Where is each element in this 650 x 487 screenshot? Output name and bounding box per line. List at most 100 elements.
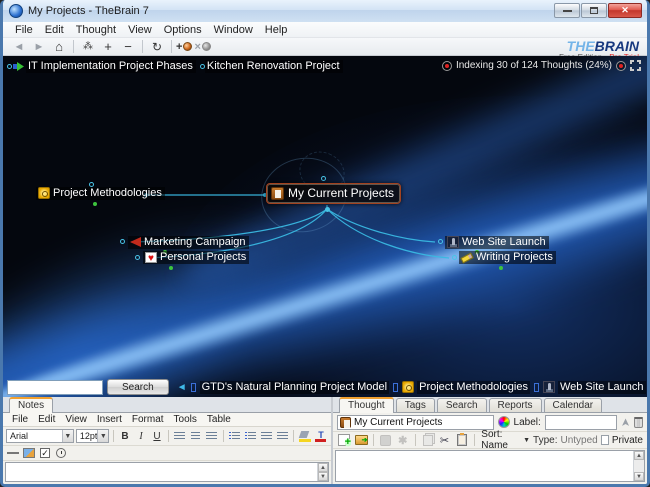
child-gate-icon[interactable] <box>325 207 330 212</box>
underline-button[interactable]: U <box>150 429 164 443</box>
children-dot-icon[interactable] <box>499 266 503 270</box>
minimize-button[interactable] <box>554 3 580 18</box>
numbered-list-button[interactable] <box>243 429 257 443</box>
refresh-button[interactable]: ↻ <box>149 39 165 54</box>
home-button[interactable]: ⌂ <box>51 39 67 54</box>
paste-button[interactable] <box>455 433 469 447</box>
notes-scrollbar[interactable]: ▲▼ <box>317 463 328 481</box>
bold-button[interactable]: B <box>118 429 132 443</box>
thought-personal-projects[interactable]: ♥ Personal Projects <box>143 251 249 264</box>
notes-menu-edit[interactable]: Edit <box>33 414 60 425</box>
sort-selector[interactable]: Sort: Name <box>481 429 520 451</box>
history-item[interactable]: Project Methodologies <box>402 381 530 394</box>
history-item[interactable]: GTD's Natural Planning Project Model <box>200 381 390 394</box>
checkbox-button[interactable]: ✓ <box>38 446 52 460</box>
align-left-button[interactable] <box>173 429 187 443</box>
menu-help[interactable]: Help <box>259 23 294 37</box>
align-center-button[interactable] <box>189 429 203 443</box>
thought-name-field[interactable]: My Current Projects <box>337 415 494 430</box>
font-color-button[interactable]: T <box>314 429 328 443</box>
gate-icon[interactable] <box>321 176 326 181</box>
delete-button[interactable]: ✱ <box>396 433 410 447</box>
notes-menu-format[interactable]: Format <box>127 414 169 425</box>
label-field[interactable] <box>545 415 617 430</box>
tab-thought[interactable]: Thought <box>339 397 394 413</box>
menu-file[interactable]: File <box>9 23 39 37</box>
gate-icon[interactable] <box>120 239 125 244</box>
tab-reports[interactable]: Reports <box>489 398 542 412</box>
notes-menu-file[interactable]: File <box>7 414 33 425</box>
menu-options[interactable]: Options <box>158 23 208 37</box>
close-button[interactable]: ✕ <box>608 3 642 18</box>
history-item[interactable]: Web Site Launch <box>543 381 646 394</box>
fullscreen-icon[interactable] <box>630 60 641 71</box>
italic-button[interactable]: I <box>134 429 148 443</box>
private-checkbox[interactable] <box>601 435 609 445</box>
menu-thought[interactable]: Thought <box>70 23 122 37</box>
trash-icon[interactable] <box>634 417 643 428</box>
clipboard-paste-icon <box>457 434 467 446</box>
pin-thought-2[interactable]: Kitchen Renovation Project <box>205 60 343 73</box>
tab-search[interactable]: Search <box>437 398 487 412</box>
menu-edit[interactable]: Edit <box>39 23 70 37</box>
menu-window[interactable]: Window <box>208 23 259 37</box>
open-folder-button[interactable] <box>354 433 368 447</box>
children-dot-icon[interactable] <box>93 202 97 206</box>
tab-tags[interactable]: Tags <box>396 398 435 412</box>
notes-menu-table[interactable]: Table <box>202 414 236 425</box>
gate-icon[interactable] <box>438 239 443 244</box>
forward-button[interactable]: ► <box>31 39 47 54</box>
pin-thought-1[interactable]: IT Implementation Project Phases <box>26 60 196 73</box>
scroll-down-icon[interactable]: ▼ <box>318 472 328 481</box>
pencil-icon <box>461 251 473 263</box>
history-back-icon[interactable]: ◄ <box>177 382 187 393</box>
gate-icon[interactable] <box>135 255 140 260</box>
scroll-up-icon[interactable]: ▲ <box>318 463 328 472</box>
outdent-button[interactable] <box>259 429 273 443</box>
notes-editor[interactable]: ▲▼ <box>5 462 329 482</box>
tab-notes[interactable]: Notes <box>9 397 53 413</box>
maximize-button[interactable] <box>581 3 607 18</box>
menu-view[interactable]: View <box>122 23 158 37</box>
add-attachment-button[interactable] <box>337 433 351 447</box>
thought-marketing-campaign[interactable]: Marketing Campaign <box>128 236 249 249</box>
dart-icon[interactable]: ➤ <box>619 417 632 426</box>
scroll-down-icon[interactable]: ▼ <box>634 472 644 481</box>
copy-button[interactable] <box>421 433 435 447</box>
back-button[interactable]: ◄ <box>11 39 27 54</box>
thought-my-current-projects-active[interactable]: My Current Projects <box>266 183 401 204</box>
indent-button[interactable] <box>275 429 289 443</box>
close-brain-button[interactable]: × <box>194 39 210 54</box>
bullet-list-button[interactable] <box>227 429 241 443</box>
highlight-button[interactable] <box>298 429 312 443</box>
font-size-select[interactable]: 12pt ▼ <box>76 429 110 443</box>
cut-button[interactable]: ✂ <box>438 433 452 447</box>
notes-menu-tools[interactable]: Tools <box>169 414 202 425</box>
attachment-scrollbar[interactable]: ▲▼ <box>633 451 644 481</box>
thought-project-methodologies[interactable]: Project Methodologies <box>36 187 165 200</box>
tab-calendar[interactable]: Calendar <box>544 398 603 412</box>
thought-web-site-launch[interactable]: Web Site Launch <box>445 236 549 249</box>
gate-icon[interactable] <box>7 64 12 69</box>
children-dot-icon[interactable] <box>169 266 173 270</box>
notes-menu-insert[interactable]: Insert <box>92 414 127 425</box>
plex-canvas[interactable]: IT Implementation Project Phases Kitchen… <box>3 56 647 397</box>
properties-button[interactable] <box>379 433 393 447</box>
thought-writing-projects[interactable]: Writing Projects <box>459 251 556 264</box>
scroll-up-icon[interactable]: ▲ <box>634 451 644 460</box>
zoom-in-button[interactable]: + <box>100 39 116 54</box>
attachment-list[interactable]: ▲▼ <box>335 450 645 482</box>
insert-image-button[interactable] <box>22 446 36 460</box>
zoom-out-button[interactable]: − <box>120 39 136 54</box>
horizontal-rule-button[interactable] <box>6 446 20 460</box>
font-family-select[interactable]: Arial ▼ <box>6 429 74 443</box>
timestamp-button[interactable] <box>54 446 68 460</box>
align-right-button[interactable] <box>205 429 219 443</box>
search-button[interactable]: Search <box>107 379 169 395</box>
color-wheel-icon[interactable] <box>498 416 510 428</box>
pin-thought-button[interactable]: ⁂ <box>80 39 96 54</box>
gate-icon[interactable] <box>452 255 457 260</box>
notes-menu-view[interactable]: View <box>60 414 92 425</box>
search-input[interactable] <box>7 380 103 395</box>
add-brain-button[interactable]: + <box>176 39 192 54</box>
